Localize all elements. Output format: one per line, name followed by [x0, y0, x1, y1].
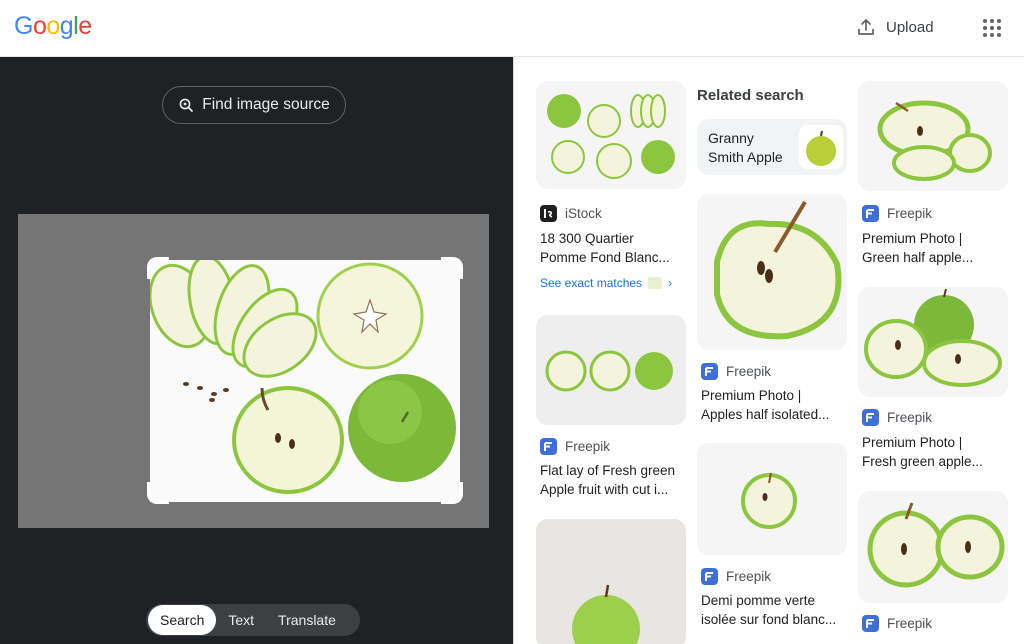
- result-title[interactable]: Flat lay of Fresh green Apple fruit with…: [540, 461, 686, 499]
- mode-search-button[interactable]: Search: [148, 605, 217, 635]
- logo-letter: o: [32, 12, 47, 40]
- result-source[interactable]: Freepik: [701, 568, 771, 585]
- exact-match-thumb-icon: [648, 277, 663, 289]
- result-title[interactable]: Demi pomme verte isolée sur fond blanc..…: [701, 591, 847, 629]
- freepik-icon: [862, 205, 879, 222]
- title-line: Pomme Fond Blanc...: [540, 250, 670, 265]
- apple-thumbnail-image: [697, 443, 847, 555]
- related-chip-label: Granny Smith Apple: [708, 129, 783, 167]
- chevron-right-icon: ›: [668, 276, 673, 290]
- logo-letter: G: [14, 12, 33, 40]
- result-source[interactable]: Freepik: [862, 615, 932, 632]
- freepik-icon: [701, 363, 718, 380]
- result-title[interactable]: Premium Photo | Apples half isolated...: [701, 386, 847, 424]
- find-image-source-button[interactable]: Find image source: [162, 86, 346, 124]
- granny-smith-thumbnail: [799, 125, 843, 169]
- apple-thumbnail-image: [858, 491, 1008, 603]
- result-title[interactable]: Premium Photo | Green half apple...: [862, 229, 1008, 267]
- source-name: Freepik: [887, 206, 933, 221]
- apple-thumbnail-image: [697, 194, 847, 350]
- result-thumbnail[interactable]: [536, 315, 686, 425]
- result-title[interactable]: 18 300 Quartier Pomme Fond Blanc...: [540, 229, 686, 267]
- find-image-source-label: Find image source: [202, 96, 330, 113]
- title-line: Green half apple...: [862, 250, 974, 265]
- title-line: Premium Photo |: [701, 388, 802, 403]
- result-thumbnail[interactable]: [536, 519, 686, 644]
- result-source[interactable]: Freepik: [540, 438, 610, 455]
- apple-photo: [150, 260, 460, 502]
- istock-icon: [540, 205, 557, 222]
- lens-window: Google Upload Find image source Search T…: [0, 0, 1024, 644]
- apple-thumbnail-image: [536, 315, 686, 425]
- apple-thumbnail-image: [536, 519, 686, 644]
- results-pane: iStock 18 300 Quartier Pomme Fond Blanc.…: [513, 57, 1024, 644]
- crop-handle-top-right[interactable]: [441, 257, 463, 279]
- selected-image-region[interactable]: [150, 260, 460, 502]
- lens-mode-switcher: Search Text Translate: [146, 604, 360, 636]
- result-thumbnail[interactable]: [858, 81, 1008, 191]
- source-name: Freepik: [887, 616, 933, 631]
- result-title[interactable]: Premium Photo | Fresh green apple...: [862, 433, 1008, 471]
- crop-handle-bottom-left[interactable]: [147, 482, 169, 504]
- title-line: Premium Photo |: [862, 231, 963, 246]
- upload-label: Upload: [886, 18, 934, 36]
- upload-button[interactable]: Upload: [856, 12, 934, 42]
- source-name: Freepik: [565, 439, 611, 454]
- logo-letter: g: [59, 12, 74, 40]
- upload-icon: [858, 19, 874, 35]
- source-name: Freepik: [726, 569, 772, 584]
- lens-search-icon: [179, 98, 194, 112]
- title-line: Apple fruit with cut i...: [540, 482, 669, 497]
- freepik-icon: [862, 409, 879, 426]
- freepik-icon: [701, 568, 718, 585]
- result-source[interactable]: iStock: [540, 205, 602, 222]
- title-line: Flat lay of Fresh green: [540, 463, 676, 478]
- source-name: Freepik: [726, 364, 772, 379]
- result-thumbnail[interactable]: [858, 287, 1008, 397]
- google-logo[interactable]: Google: [14, 12, 92, 41]
- apple-thumbnail-image: [536, 81, 686, 189]
- apple-thumbnail-image: [858, 81, 1008, 191]
- title-line: Demi pomme verte: [701, 593, 816, 608]
- logo-letter: o: [46, 12, 60, 40]
- result-source[interactable]: Freepik: [862, 205, 932, 222]
- related-search-heading: Related search: [697, 87, 804, 104]
- apple-thumbnail-image: [858, 287, 1008, 397]
- result-thumbnail[interactable]: [697, 443, 847, 555]
- see-exact-matches-link[interactable]: See exact matches ›: [540, 276, 672, 290]
- title-line: 18 300 Quartier: [540, 231, 634, 246]
- logo-letter: e: [78, 12, 92, 40]
- mode-translate-button[interactable]: Translate: [266, 605, 348, 635]
- title-line: Apples half isolated...: [701, 407, 830, 422]
- result-thumbnail[interactable]: [536, 81, 686, 189]
- chip-line: Granny: [708, 130, 754, 146]
- title-line: isolée sur fond blanc...: [701, 612, 837, 627]
- crop-handle-top-left[interactable]: [147, 257, 169, 279]
- top-bar: Google Upload: [0, 0, 1024, 57]
- result-thumbnail[interactable]: [858, 491, 1008, 603]
- source-name: iStock: [565, 206, 602, 221]
- title-line: Premium Photo |: [862, 435, 963, 450]
- mode-text-button[interactable]: Text: [216, 605, 266, 635]
- result-thumbnail[interactable]: [697, 194, 847, 350]
- apps-grid-icon[interactable]: [980, 16, 1004, 40]
- result-source[interactable]: Freepik: [862, 409, 932, 426]
- crop-handle-bottom-right[interactable]: [441, 482, 463, 504]
- source-name: Freepik: [887, 410, 933, 425]
- title-line: Fresh green apple...: [862, 454, 983, 469]
- related-search-chip[interactable]: Granny Smith Apple: [697, 119, 847, 175]
- freepik-icon: [862, 615, 879, 632]
- chip-line: Smith Apple: [708, 149, 783, 165]
- freepik-icon: [540, 438, 557, 455]
- exact-matches-label: See exact matches: [540, 276, 643, 290]
- result-source[interactable]: Freepik: [701, 363, 771, 380]
